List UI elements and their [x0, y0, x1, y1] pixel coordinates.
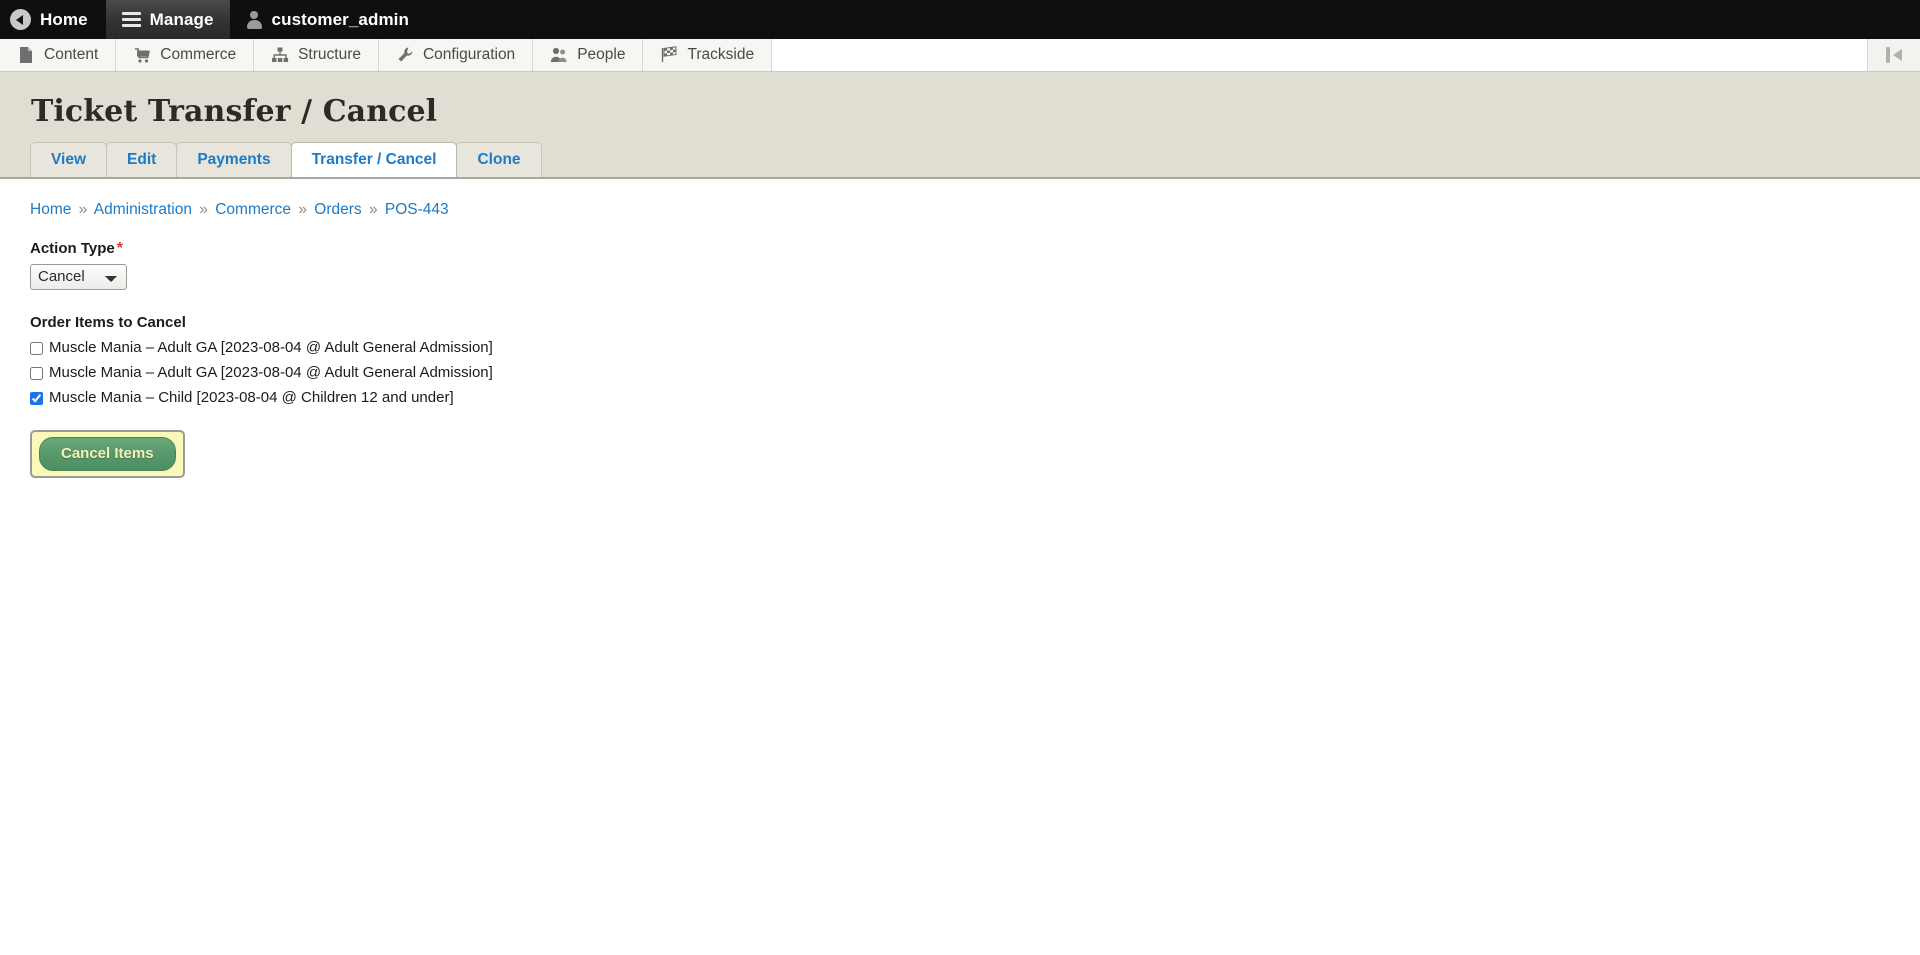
order-item-label[interactable]: Muscle Mania – Adult GA [2023-08-04 @ Ad… — [49, 363, 493, 383]
toolbar-item-label-manage: Manage — [149, 9, 214, 29]
toolbar-item-manage[interactable]: Manage — [105, 0, 230, 39]
action-type-select[interactable]: Cancel Transfer — [30, 264, 127, 290]
tab-label-payments: Payments — [197, 151, 271, 168]
tab-payments[interactable]: Payments — [176, 142, 292, 177]
toolbar-orientation-icon — [1886, 47, 1902, 63]
submit-highlight-box: Cancel Items — [30, 430, 185, 478]
menu-item-people[interactable]: People — [533, 39, 644, 71]
toolbar-item-label-home: Home — [40, 9, 88, 29]
breadcrumb: Home » Administration » Commerce » Order… — [30, 201, 1920, 219]
breadcrumb-link-administration[interactable]: Administration — [94, 201, 192, 218]
tab-label-transfer-cancel: Transfer / Cancel — [311, 151, 437, 168]
menu-item-configuration[interactable]: Configuration — [378, 39, 534, 71]
document-icon — [17, 46, 35, 64]
tab-label-view: View — [51, 151, 87, 168]
page-title: Ticket Transfer / Cancel — [31, 94, 438, 129]
breadcrumb-separator: » — [298, 201, 307, 218]
order-item-checkbox[interactable] — [30, 391, 43, 405]
menu-item-content[interactable]: Content — [0, 39, 117, 71]
person-icon — [246, 10, 263, 29]
checkered-flag-icon — [660, 46, 678, 64]
menu-item-label-structure: Structure — [298, 46, 361, 63]
cancel-items-button[interactable]: Cancel Items — [39, 437, 176, 471]
breadcrumb-link-commerce[interactable]: Commerce — [215, 201, 291, 218]
breadcrumb-link-orders[interactable]: Orders — [314, 201, 361, 218]
home-back-icon — [10, 9, 31, 30]
required-asterisk: * — [116, 240, 123, 257]
menu-item-commerce[interactable]: Commerce — [116, 39, 255, 71]
menu-item-label-content: Content — [44, 46, 99, 63]
tab-edit[interactable]: Edit — [106, 142, 178, 177]
tab-label-clone: Clone — [477, 151, 521, 168]
admin-menu-bar: Content Commerce Structure Configuration… — [0, 39, 1920, 72]
toolbar-orientation-toggle[interactable] — [1868, 39, 1920, 71]
breadcrumb-link-home[interactable]: Home — [30, 201, 71, 218]
order-item-checkbox[interactable] — [30, 341, 43, 355]
order-item-row[interactable]: Muscle Mania – Adult GA [2023-08-04 @ Ad… — [30, 363, 1920, 383]
primary-tabs: View Edit Payments Transfer / Cancel Clo… — [0, 141, 1920, 177]
main-content: Home » Administration » Commerce » Order… — [0, 179, 1920, 941]
admin-toolbar: Home Manage customer_admin — [0, 0, 1920, 39]
breadcrumb-link-order[interactable]: POS-443 — [385, 201, 449, 218]
order-items-legend: Order Items to Cancel — [30, 314, 186, 331]
shopping-cart-icon — [133, 46, 151, 64]
order-item-row[interactable]: Muscle Mania – Adult GA [2023-08-04 @ Ad… — [30, 338, 1920, 358]
menu-item-label-people: People — [577, 46, 626, 63]
wrench-icon — [396, 46, 414, 64]
breadcrumb-separator: » — [368, 201, 378, 218]
hamburger-icon — [121, 12, 141, 27]
action-type-label: Action Type * — [30, 240, 1920, 258]
tab-label-edit: Edit — [127, 151, 157, 168]
menu-item-label-configuration: Configuration — [422, 46, 516, 63]
people-icon — [550, 46, 568, 64]
breadcrumb-separator: » — [78, 201, 88, 218]
page-header-area: Ticket Transfer / Cancel View Edit Payme… — [0, 72, 1920, 179]
breadcrumb-separator: » — [199, 201, 208, 218]
action-type-label-text: Action Type — [30, 240, 115, 257]
tab-clone[interactable]: Clone — [456, 142, 542, 177]
menu-bar-spacer — [772, 39, 1868, 71]
menu-item-structure[interactable]: Structure — [254, 39, 379, 71]
sitemap-icon — [271, 46, 289, 64]
order-item-row[interactable]: Muscle Mania – Child [2023-08-04 @ Child… — [30, 388, 1920, 408]
toolbar-item-home[interactable]: Home — [0, 0, 106, 39]
toolbar-item-user[interactable]: customer_admin — [230, 0, 425, 39]
order-item-label[interactable]: Muscle Mania – Child [2023-08-04 @ Child… — [49, 388, 454, 408]
menu-item-trackside[interactable]: Trackside — [643, 39, 773, 71]
menu-item-label-trackside: Trackside — [687, 46, 755, 63]
tab-view[interactable]: View — [30, 142, 108, 177]
tab-transfer-cancel[interactable]: Transfer / Cancel — [290, 142, 458, 177]
toolbar-item-label-user: customer_admin — [271, 9, 409, 29]
order-item-checkbox[interactable] — [30, 366, 43, 380]
order-item-label[interactable]: Muscle Mania – Adult GA [2023-08-04 @ Ad… — [49, 338, 493, 358]
tabs-bottom-rule — [0, 177, 1920, 179]
menu-item-label-commerce: Commerce — [160, 46, 237, 63]
